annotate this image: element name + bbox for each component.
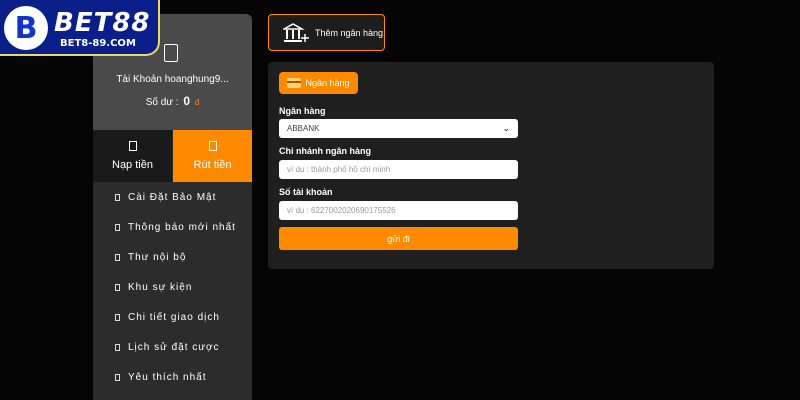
balance-unit: đ (194, 98, 200, 107)
chevron-down-icon: ⌄ (502, 123, 510, 133)
add-bank-label: Thêm ngân hàng (315, 27, 384, 38)
tab-withdraw[interactable]: Rút tiền (173, 130, 252, 182)
account-number-label: Số tài khoản (279, 187, 333, 197)
tab-bank-label: Ngân hàng (305, 78, 350, 88)
transaction-icon (115, 313, 120, 321)
menu-item-label: Yêu thích nhất (128, 371, 207, 383)
menu-item-label: Khu sự kiện (128, 281, 193, 293)
balance-label: Số dư : (145, 97, 179, 108)
deposit-icon (128, 141, 137, 151)
balance: Số dư : 0 đ (93, 94, 252, 108)
menu-item-inbox[interactable]: Thư nội bộ (93, 242, 252, 272)
menu-item-label: Thư nội bộ (128, 251, 187, 263)
tab-withdraw-label: Rút tiền (193, 159, 232, 171)
card-icon (287, 78, 302, 88)
menu-item-label: Chi tiết giao dịch (128, 311, 220, 323)
menu-item-events[interactable]: Khu sự kiện (93, 272, 252, 302)
submit-label: gửi đi (387, 233, 410, 244)
menu-item-favorites[interactable]: Yêu thích nhất (93, 362, 252, 392)
branch-input[interactable] (279, 160, 518, 179)
favorite-icon (115, 373, 120, 381)
mail-icon (115, 253, 120, 261)
account-name: Tài Khoản hoanghung9... (116, 74, 229, 85)
sidebar: Tài Khoản hoanghung9... Số dư : 0 đ Nạp … (93, 14, 252, 400)
bank-select-value: ABBANK (287, 124, 320, 133)
menu-item-label: Thông báo mới nhất (128, 221, 236, 233)
bank-icon (283, 22, 309, 42)
avatar-icon (164, 44, 178, 62)
logo-mark: B (4, 6, 48, 50)
menu-item-label: Lịch sử đặt cược (128, 341, 220, 353)
history-icon (115, 343, 120, 351)
balance-value: 0 (183, 94, 191, 108)
tab-deposit[interactable]: Nạp tiền (93, 130, 172, 182)
withdraw-icon (208, 141, 217, 151)
tab-deposit-label: Nạp tiền (112, 159, 153, 171)
menu-item-bet-history[interactable]: Lịch sử đặt cược (93, 332, 252, 362)
account-number-input[interactable] (279, 201, 518, 220)
add-bank-button[interactable]: Thêm ngân hàng (268, 14, 385, 51)
menu-item-security[interactable]: Cài Đặt Bảo Mật (93, 182, 252, 212)
notification-icon (115, 223, 120, 231)
bank-label: Ngân hàng (279, 106, 326, 116)
bank-select[interactable]: ABBANK ⌄ (279, 119, 518, 138)
sidebar-menu: Cài Đặt Bảo Mật Thông báo mới nhất Thư n… (93, 182, 252, 392)
event-icon (115, 283, 120, 291)
menu-item-label: Cài Đặt Bảo Mật (128, 191, 217, 203)
submit-button[interactable]: gửi đi (279, 227, 518, 250)
bank-form-panel: Ngân hàng Ngân hàng ABBANK ⌄ Chi nhánh n… (268, 62, 714, 269)
logo-domain: BET8-89.COM (60, 38, 136, 49)
logo-name: BET88 (54, 8, 151, 38)
menu-item-transactions[interactable]: Chi tiết giao dịch (93, 302, 252, 332)
branch-label: Chi nhánh ngân hàng (279, 146, 371, 156)
brand-logo[interactable]: B BET88 BET8-89.COM (0, 0, 160, 56)
tab-bank[interactable]: Ngân hàng (279, 72, 358, 94)
menu-item-notifications[interactable]: Thông báo mới nhất (93, 212, 252, 242)
security-icon (115, 193, 120, 201)
